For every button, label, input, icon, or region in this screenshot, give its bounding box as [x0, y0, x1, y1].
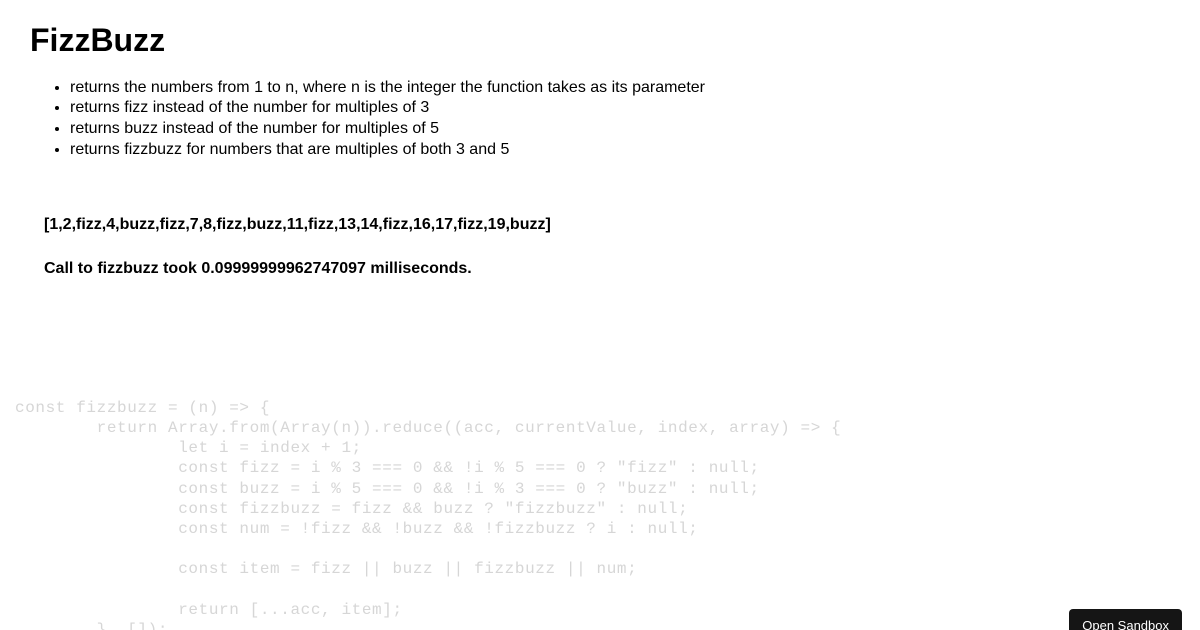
page-title: FizzBuzz: [30, 22, 1170, 59]
code-snippet: const fizzbuzz = (n) => { return Array.f…: [15, 398, 1185, 630]
list-item: returns fizz instead of the number for m…: [70, 98, 1170, 119]
list-item: returns buzz instead of the number for m…: [70, 118, 1170, 139]
open-sandbox-button[interactable]: Open Sandbox: [1069, 609, 1182, 630]
timing-result: Call to fizzbuzz took 0.0999999996274709…: [44, 260, 1170, 278]
fizzbuzz-result: [1,2,fizz,4,buzz,fizz,7,8,fizz,buzz,11,f…: [44, 216, 1170, 234]
output-block: [1,2,fizz,4,buzz,fizz,7,8,fizz,buzz,11,f…: [30, 216, 1170, 278]
rules-list: returns the numbers from 1 to n, where n…: [38, 77, 1170, 160]
list-item: returns the numbers from 1 to n, where n…: [70, 77, 1170, 98]
list-item: returns fizzbuzz for numbers that are mu…: [70, 139, 1170, 160]
